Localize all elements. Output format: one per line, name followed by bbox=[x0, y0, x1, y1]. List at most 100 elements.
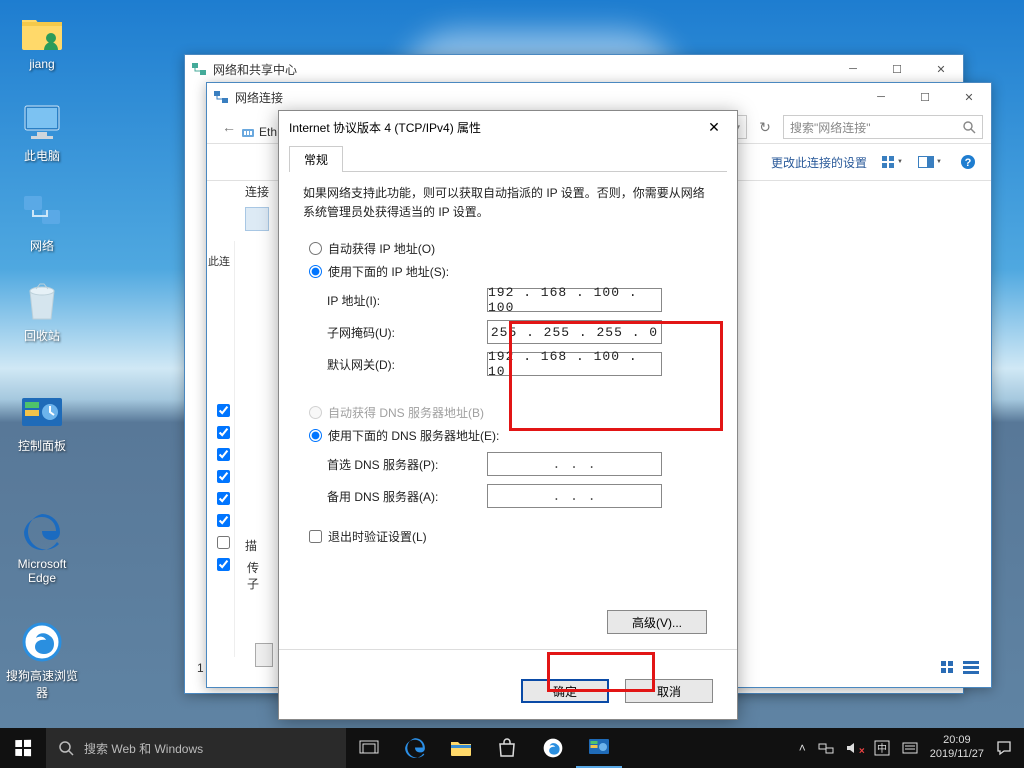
tray-ime-icon[interactable]: 中 bbox=[874, 740, 890, 756]
input-ip-address[interactable]: 192 . 168 . 100 . 100 bbox=[487, 288, 662, 312]
taskbar-app-control-panel[interactable] bbox=[576, 728, 622, 768]
radio-use-following-dns[interactable] bbox=[309, 429, 322, 442]
maximize-button[interactable]: ☐ bbox=[903, 83, 947, 111]
control-panel-icon bbox=[20, 390, 64, 434]
minimize-button[interactable]: ─ bbox=[831, 55, 875, 83]
recycle-bin-icon bbox=[20, 280, 64, 324]
frag-label: 描 bbox=[245, 537, 257, 554]
input-subnet-mask[interactable]: 255 . 255 . 255 . 0 bbox=[487, 320, 662, 344]
checkbox-validate-on-exit[interactable] bbox=[309, 530, 322, 543]
desktop-icon-this-pc[interactable]: 此电脑 bbox=[5, 100, 79, 164]
label-alternate-dns: 备用 DNS 服务器(A): bbox=[327, 488, 487, 505]
advanced-button[interactable]: 高级(V)... bbox=[607, 610, 707, 634]
taskbar-app-sogou[interactable] bbox=[530, 728, 576, 768]
back-button[interactable]: ← bbox=[215, 115, 243, 139]
dialog-titlebar[interactable]: Internet 协议版本 4 (TCP/IPv4) 属性 ✕ bbox=[279, 111, 737, 143]
description-text: 如果网络支持此功能，则可以获取自动指派的 IP 设置。否则，你需要从网络系统管理… bbox=[303, 184, 713, 222]
desktop-icon-sogou[interactable]: 搜狗高速浏览器 bbox=[5, 620, 79, 701]
ok-button[interactable]: 确定 bbox=[521, 679, 609, 703]
taskbar-app-file-explorer[interactable] bbox=[438, 728, 484, 768]
checkbox-item[interactable] bbox=[217, 558, 230, 571]
tray-volume-icon[interactable]: × bbox=[846, 741, 862, 755]
desktop-icon-edge[interactable]: Microsoft Edge bbox=[5, 510, 79, 585]
checkbox-item[interactable] bbox=[217, 404, 230, 417]
checkbox-item[interactable] bbox=[217, 448, 230, 461]
search-icon bbox=[962, 120, 976, 134]
desktop-label: 控制面板 bbox=[5, 437, 79, 454]
task-view-button[interactable] bbox=[346, 728, 392, 768]
minimize-button[interactable]: ─ bbox=[859, 83, 903, 111]
tray-network-icon[interactable] bbox=[818, 741, 834, 755]
label-use-following-ip: 使用下面的 IP 地址(S): bbox=[328, 263, 449, 280]
separator bbox=[279, 649, 737, 650]
checkbox-item[interactable] bbox=[217, 514, 230, 527]
desktop-icon-recycle-bin[interactable]: 回收站 bbox=[5, 280, 79, 344]
view-large-icons[interactable] bbox=[941, 661, 957, 675]
chevron-down-icon: ▼ bbox=[936, 159, 942, 165]
input-preferred-dns[interactable]: . . . bbox=[487, 452, 662, 476]
tray-action-center-icon[interactable] bbox=[996, 740, 1012, 756]
cmd-change-connection-settings[interactable]: 更改此连接的设置 bbox=[771, 154, 867, 171]
close-button[interactable]: ✕ bbox=[919, 55, 963, 83]
close-button[interactable]: ✕ bbox=[701, 114, 727, 140]
edge-icon bbox=[20, 510, 64, 554]
radio-obtain-ip-auto[interactable] bbox=[309, 242, 322, 255]
label-validate-on-exit: 退出时验证设置(L) bbox=[328, 528, 427, 545]
view-options-button[interactable]: ▼ bbox=[879, 150, 905, 174]
taskbar-app-edge[interactable] bbox=[392, 728, 438, 768]
checkbox-item[interactable] bbox=[217, 492, 230, 505]
taskbar-app-store[interactable] bbox=[484, 728, 530, 768]
ethernet-icon bbox=[240, 124, 256, 140]
titlebar[interactable]: 网络连接 ─ ☐ ✕ bbox=[207, 83, 991, 111]
tray-show-hidden-icons[interactable]: ˄ bbox=[799, 741, 806, 755]
system-tray[interactable]: ˄ × 中 20:09 2019/11/27 bbox=[787, 734, 1024, 762]
tab-strip: 常规 bbox=[289, 145, 727, 172]
titlebar[interactable]: 网络和共享中心 ─ ☐ ✕ bbox=[185, 55, 963, 83]
refresh-button[interactable]: ↻ bbox=[751, 115, 779, 139]
tray-clock[interactable]: 20:09 2019/11/27 bbox=[930, 734, 984, 762]
taskbar-search[interactable]: 搜索 Web 和 Windows bbox=[46, 728, 346, 768]
search-placeholder: 搜索 Web 和 Windows bbox=[84, 740, 203, 757]
help-button[interactable]: ? bbox=[955, 150, 981, 174]
desktop-label: Microsoft Edge bbox=[5, 557, 79, 585]
search-icon bbox=[58, 740, 74, 756]
desktop-icon-user-folder[interactable]: jiang bbox=[5, 10, 79, 71]
input-alternate-dns[interactable]: . . . bbox=[487, 484, 662, 508]
desktop-icon-control-panel[interactable]: 控制面板 bbox=[5, 390, 79, 454]
maximize-button[interactable]: ☐ bbox=[875, 55, 919, 83]
clock-date: 2019/11/27 bbox=[930, 748, 984, 762]
svg-text:中: 中 bbox=[877, 742, 887, 755]
tray-input-indicator[interactable] bbox=[902, 741, 918, 755]
window-title: 网络和共享中心 bbox=[213, 61, 297, 78]
tab-general[interactable]: 常规 bbox=[289, 146, 343, 172]
windows-logo-icon bbox=[15, 740, 31, 756]
preview-pane-button[interactable]: ▼ bbox=[917, 150, 943, 174]
dialog-body: 如果网络支持此功能，则可以获取自动指派的 IP 设置。否则，你需要从网络系统管理… bbox=[279, 172, 737, 557]
label-subnet-mask: 子网掩码(U): bbox=[327, 324, 487, 341]
checkbox-item[interactable] bbox=[217, 470, 230, 483]
desktop-label: 搜狗高速浏览器 bbox=[5, 667, 79, 701]
checkbox-item[interactable] bbox=[217, 536, 230, 549]
taskbar[interactable]: 搜索 Web 和 Windows ˄ × 中 20:09 2019 bbox=[0, 728, 1024, 768]
view-switcher bbox=[941, 661, 979, 675]
desktop-icon-network[interactable]: 网络 bbox=[5, 190, 79, 254]
app-icon bbox=[191, 61, 207, 77]
start-button[interactable] bbox=[0, 728, 46, 768]
search-input[interactable]: 搜索"网络连接" bbox=[783, 115, 983, 139]
label-default-gateway: 默认网关(D): bbox=[327, 356, 487, 373]
nsc-item-marker: 1 bbox=[197, 661, 204, 675]
checkbox-item[interactable] bbox=[217, 426, 230, 439]
radio-use-following-ip[interactable] bbox=[309, 265, 322, 278]
radio-obtain-dns-auto bbox=[309, 406, 322, 419]
cancel-button[interactable]: 取消 bbox=[625, 679, 713, 703]
desktop-label: jiang bbox=[5, 57, 79, 71]
close-button[interactable]: ✕ bbox=[947, 83, 991, 111]
desktop-label: 网络 bbox=[5, 237, 79, 254]
dialog-ipv4-properties[interactable]: Internet 协议版本 4 (TCP/IPv4) 属性 ✕ 常规 如果网络支… bbox=[278, 110, 738, 720]
input-default-gateway[interactable]: 192 . 168 . 100 . 10 bbox=[487, 352, 662, 376]
frag-label: 传 bbox=[247, 559, 259, 576]
view-details[interactable] bbox=[963, 661, 979, 675]
label-obtain-ip-auto: 自动获得 IP 地址(O) bbox=[328, 240, 435, 257]
frag-label: 连接 bbox=[245, 183, 269, 200]
app-icon bbox=[213, 89, 229, 105]
